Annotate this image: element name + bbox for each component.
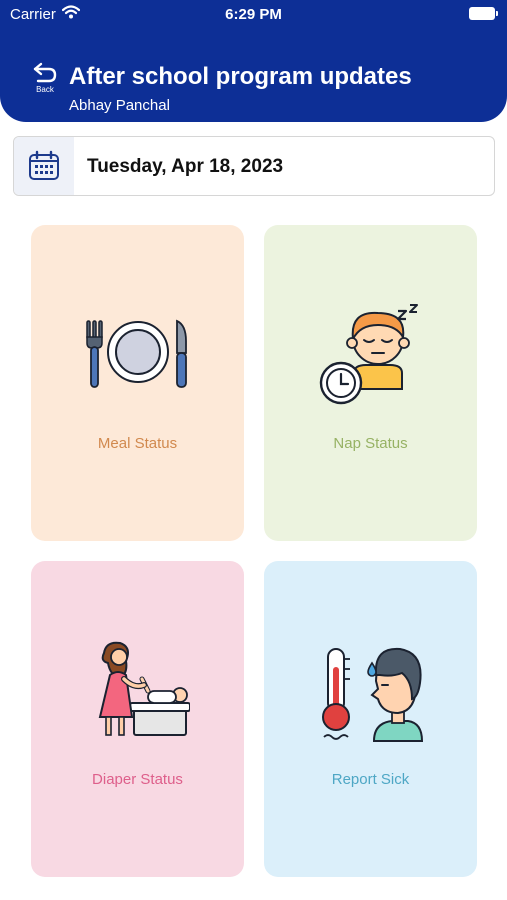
student-name: Abhay Panchal (69, 97, 170, 114)
meal-status-card[interactable]: Meal Status (31, 225, 244, 541)
diaper-status-card[interactable]: Diaper Status (31, 561, 244, 877)
page-title: After school program updates (69, 63, 412, 90)
report-sick-card[interactable]: Report Sick (264, 561, 477, 877)
back-button[interactable]: Back (30, 62, 60, 100)
status-bar: Carrier 6:29 PM (0, 0, 507, 28)
nap-status-card[interactable]: Nap Status (264, 225, 477, 541)
sleeping-child-icon (264, 303, 477, 405)
selected-date: Tuesday, Apr 18, 2023 (87, 156, 284, 177)
date-selector[interactable]: Tuesday, Apr 18, 2023 (13, 136, 495, 196)
back-arrow-icon (30, 62, 60, 84)
calendar-icon (14, 137, 74, 195)
battery-icon (469, 7, 498, 20)
thermometer-sick-icon (264, 637, 477, 745)
back-label: Back (36, 85, 54, 94)
report-sick-label: Report Sick (331, 771, 410, 788)
meal-plate-icon (31, 313, 244, 393)
diaper-status-label: Diaper Status (92, 771, 183, 788)
nap-status-label: Nap Status (333, 435, 408, 452)
status-time: 6:29 PM (225, 6, 282, 23)
diaper-change-icon (31, 639, 244, 741)
app-header: Carrier 6:29 PM Back After school progra… (0, 0, 507, 122)
meal-status-label: Meal Status (97, 435, 178, 452)
